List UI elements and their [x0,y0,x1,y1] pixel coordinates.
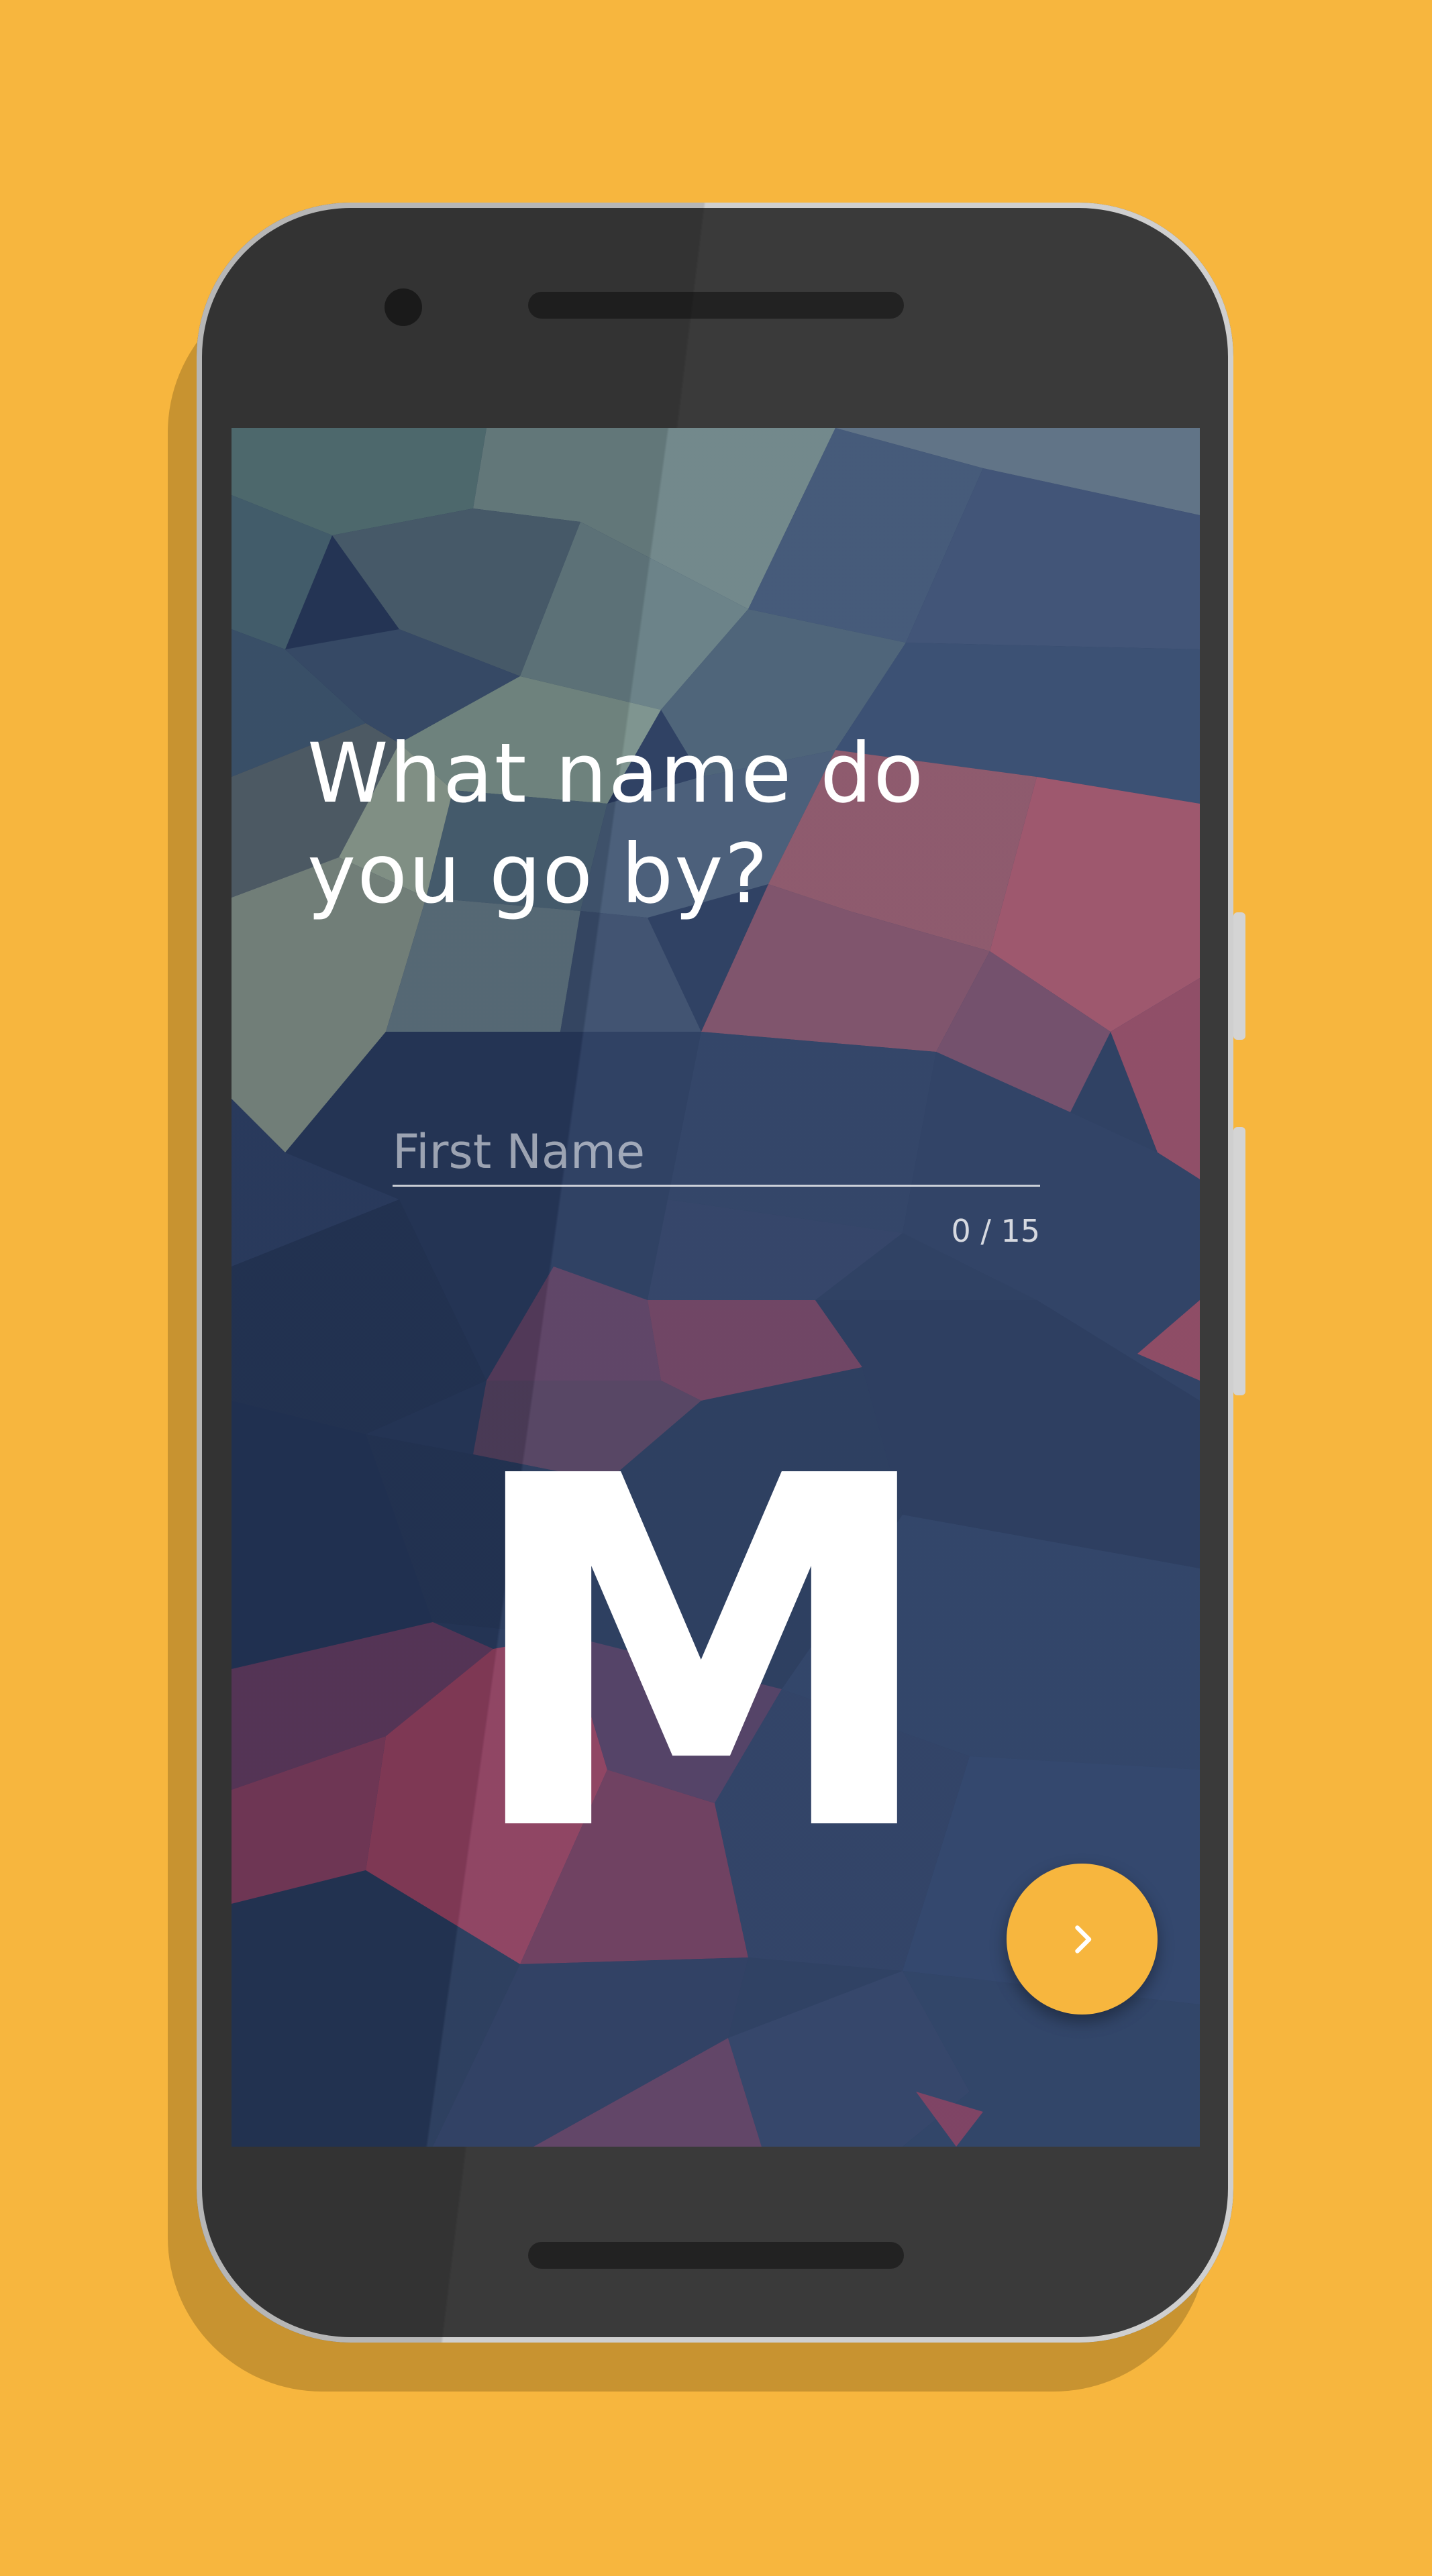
volume-button [1233,1127,1245,1395]
app-screen: What name do you go by? 0 / 15 M [232,428,1200,2147]
m-logo: M [500,1421,903,1890]
front-camera [385,288,422,326]
question-title: What name do you go by? [307,723,1113,924]
chevron-right-icon [1074,1925,1091,1953]
question-title-line1: What name do [307,726,925,821]
first-name-input[interactable] [393,1119,1040,1187]
power-button [1233,912,1245,1040]
next-button[interactable] [1007,1864,1158,2015]
top-speaker [528,292,904,319]
logo-letter: M [500,1421,903,1890]
question-title-line2: you go by? [307,826,770,922]
bottom-speaker [528,2242,904,2269]
character-counter: 0 / 15 [951,1213,1040,1249]
